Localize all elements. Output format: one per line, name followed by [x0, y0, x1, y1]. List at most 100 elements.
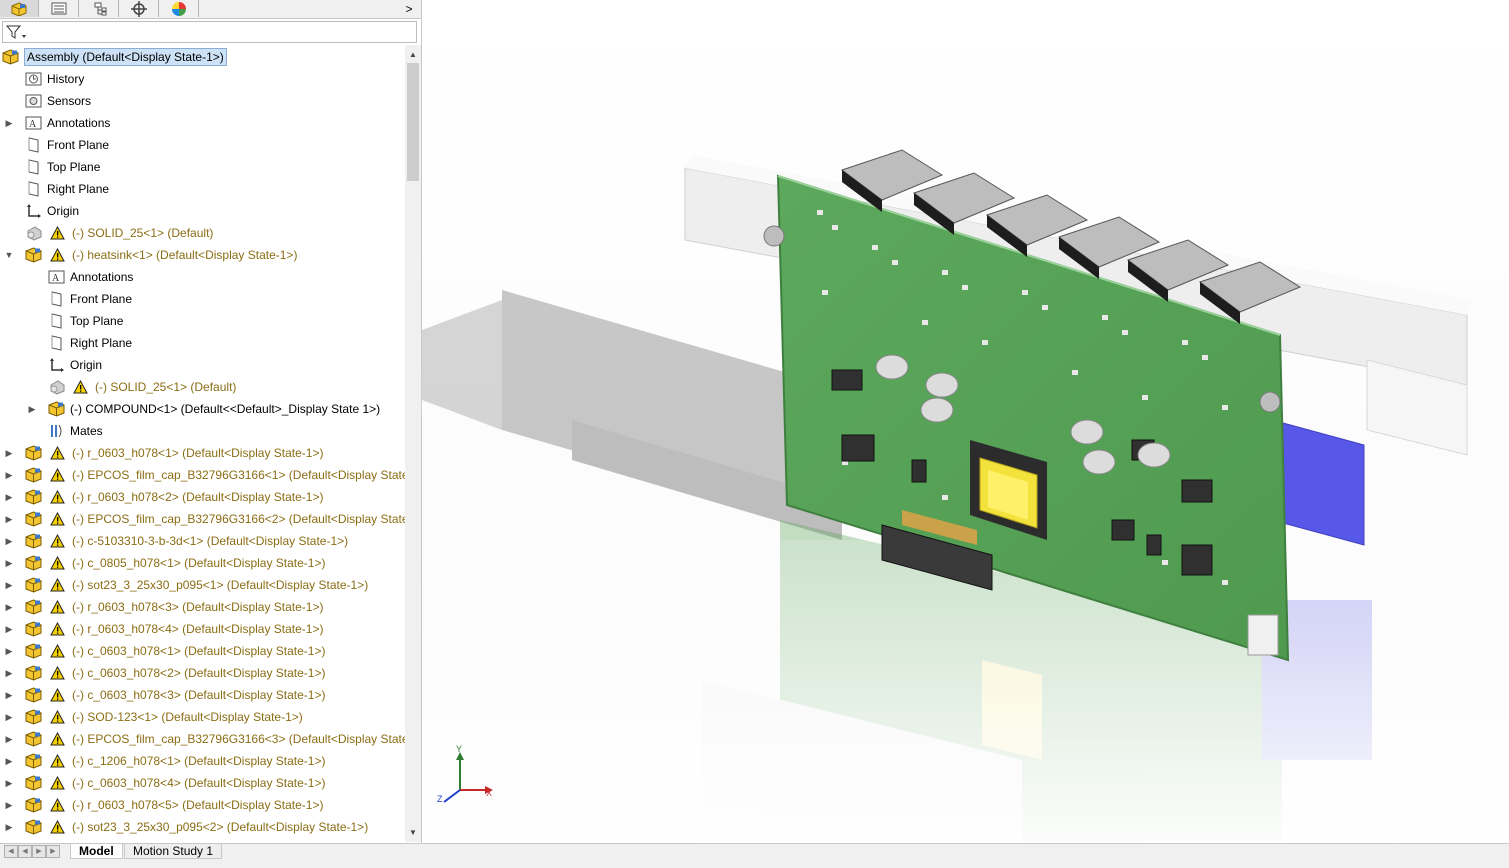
assembly-icon: [25, 665, 42, 681]
expand-arrow-icon[interactable]: ▶: [3, 596, 15, 618]
tab-motion-study-1[interactable]: Motion Study 1: [124, 844, 223, 859]
tree-item[interactable]: Right Plane: [0, 178, 405, 200]
tree-filter-box[interactable]: [2, 21, 417, 43]
tree-item[interactable]: ▶ (-) r_0603_h078<1> (Default<Display Sta…: [0, 442, 405, 464]
graphics-area[interactable]: Y X Z: [422, 0, 1509, 843]
dimxpert-manager-tab[interactable]: [120, 0, 159, 17]
tab-model[interactable]: Model: [70, 844, 123, 859]
tree-item[interactable]: Right Plane: [0, 332, 405, 354]
assembly-icon: [25, 577, 42, 593]
nav-first-icon[interactable]: ◀: [4, 845, 18, 858]
collapse-arrow-icon[interactable]: ▼: [3, 244, 15, 266]
feature-tree: Assembly (Default<Display State-1>) Histo…: [0, 45, 405, 843]
expand-arrow-icon[interactable]: ▶: [3, 728, 15, 750]
tree-item[interactable]: Mates: [0, 420, 405, 442]
panel-expand-arrow[interactable]: >: [403, 0, 415, 17]
tree-item[interactable]: ▶ (-) r_0603_h078<2> (Default<Display Sta…: [0, 486, 405, 508]
nav-next-icon[interactable]: ▶: [32, 845, 46, 858]
tree-item[interactable]: ▶ (-) c_0805_h078<1> (Default<Display Sta…: [0, 552, 405, 574]
tree-item[interactable]: Top Plane: [0, 156, 405, 178]
scrollbar-thumb[interactable]: [407, 63, 419, 181]
scroll-up-arrow-icon[interactable]: ▲: [405, 47, 421, 61]
assembly-icon: [25, 445, 42, 461]
tree-item[interactable]: ▶ (-) EPCOS_film_cap_B32796G3166<3> (Defa…: [0, 728, 405, 750]
tree-item[interactable]: Origin: [0, 354, 405, 376]
assembly-3d-model: Y X Z: [422, 0, 1509, 843]
expand-arrow-icon[interactable]: ▶: [3, 574, 15, 596]
expand-arrow-icon[interactable]: ▶: [3, 662, 15, 684]
expand-arrow-icon[interactable]: ▶: [3, 552, 15, 574]
tree-item[interactable]: A Annotations: [0, 266, 405, 288]
expand-arrow-icon[interactable]: ▶: [3, 618, 15, 640]
tree-item[interactable]: ▶ (-) c_0603_h078<3> (Default<Display Sta…: [0, 684, 405, 706]
expand-arrow-icon[interactable]: ▶: [3, 772, 15, 794]
tree-item-label: (-) sot23_3_25x30_p095<2> (Default<Displ…: [72, 820, 369, 834]
tree-item-label: Origin: [47, 204, 80, 218]
tree-item[interactable]: History: [0, 68, 405, 90]
tree-item[interactable]: ▶ (-) EPCOS_film_cap_B32796G3166<2> (Defa…: [0, 508, 405, 530]
tree-item[interactable]: ▶ (-) c_1206_h078<1> (Default<Display Sta…: [0, 750, 405, 772]
expand-arrow-icon[interactable]: ▶: [3, 508, 15, 530]
featuremanager-tree-tab[interactable]: [0, 0, 39, 17]
tree-item[interactable]: (-) SOLID_25<1> (Default): [0, 222, 405, 244]
tree-item[interactable]: ▼ (-) heatsink<1> (Default<Display State-…: [0, 244, 405, 266]
configuration-manager-tab[interactable]: [80, 0, 119, 17]
tree-item[interactable]: ▶ (-) r_0603_h078<3> (Default<Display Sta…: [0, 596, 405, 618]
triad-z-label: Z: [437, 794, 443, 804]
nav-last-icon[interactable]: ▶: [46, 845, 60, 858]
expand-arrow-icon[interactable]: ▶: [3, 464, 15, 486]
tree-item[interactable]: ▶ (-) r_0603_h078<5> (Default<Display Sta…: [0, 794, 405, 816]
nav-prev-icon[interactable]: ◀: [18, 845, 32, 858]
tree-item-label: Annotations: [47, 116, 111, 130]
filter-button[interactable]: [5, 23, 29, 41]
tree-item[interactable]: ▶ (-) sot23_3_25x30_p095<1> (Default<Disp…: [0, 574, 405, 596]
tree-item-label: Annotations: [70, 270, 134, 284]
tree-item[interactable]: Top Plane: [0, 310, 405, 332]
tree-item[interactable]: ▶ (-) c_0603_h078<1> (Default<Display Sta…: [0, 640, 405, 662]
expand-arrow-icon[interactable]: ▶: [3, 684, 15, 706]
tree-item-label: (-) EPCOS_film_cap_B32796G3166<2> (Defau…: [72, 512, 405, 526]
tree-item[interactable]: (-) SOLID_25<1> (Default): [0, 376, 405, 398]
expand-arrow-icon[interactable]: ▶: [3, 816, 15, 838]
display-manager-tab[interactable]: [160, 0, 199, 17]
tree-item[interactable]: Assembly (Default<Display State-1>): [0, 46, 405, 68]
assembly-icon: [25, 797, 42, 813]
part-icon: [25, 225, 42, 241]
expand-arrow-icon[interactable]: ▶: [26, 398, 38, 420]
tree-item[interactable]: Origin: [0, 200, 405, 222]
expand-arrow-icon[interactable]: ▶: [3, 794, 15, 816]
tree-item[interactable]: ▶ (-) SOD-123<1> (Default<Display State-1…: [0, 706, 405, 728]
tree-item[interactable]: ▶ (-) COMPOUND<1> (Default<<Default>_Disp…: [0, 398, 405, 420]
svg-text:A: A: [29, 119, 37, 130]
tree-item[interactable]: ▶ (-) c_0603_h078<2> (Default<Display Sta…: [0, 662, 405, 684]
tree-item[interactable]: ▶ (-) c-5103310-3-b-3d<1> (Default<Displa…: [0, 530, 405, 552]
annotations-icon: A: [25, 115, 42, 131]
property-manager-tab[interactable]: [40, 0, 79, 17]
expand-arrow-icon[interactable]: ▶: [3, 640, 15, 662]
annotations-icon: A: [48, 269, 65, 285]
warning-icon: [50, 225, 65, 240]
tree-item[interactable]: ▶ (-) EPCOS_film_cap_B32796G3166<1> (Defa…: [0, 464, 405, 486]
expand-arrow-icon[interactable]: ▶: [3, 750, 15, 772]
warning-icon: [50, 555, 65, 570]
tree-item[interactable]: Sensors: [0, 90, 405, 112]
tree-vertical-scrollbar[interactable]: ▲ ▼: [405, 45, 421, 842]
warning-icon: [73, 379, 88, 394]
scroll-down-arrow-icon[interactable]: ▼: [405, 825, 421, 839]
tree-item[interactable]: Front Plane: [0, 134, 405, 156]
expand-arrow-icon[interactable]: ▶: [3, 442, 15, 464]
tree-item[interactable]: ▶ (-) c_0603_h078<4> (Default<Display Sta…: [0, 772, 405, 794]
tree-item-label: (-) c_1206_h078<1> (Default<Display Stat…: [72, 754, 326, 768]
expand-arrow-icon[interactable]: ▶: [3, 112, 15, 134]
tree-item[interactable]: ▶ (-) r_0603_h078<4> (Default<Display Sta…: [0, 618, 405, 640]
expand-arrow-icon[interactable]: ▶: [3, 530, 15, 552]
warning-icon: [50, 753, 65, 768]
tree-item[interactable]: ▶ A Annotations: [0, 112, 405, 134]
assembly-icon: [25, 599, 42, 615]
plane-icon: [25, 159, 42, 175]
expand-arrow-icon[interactable]: ▶: [3, 706, 15, 728]
expand-arrow-icon[interactable]: ▶: [3, 486, 15, 508]
tree-item[interactable]: Front Plane: [0, 288, 405, 310]
assembly-icon: [2, 49, 19, 65]
tree-item[interactable]: ▶ (-) sot23_3_25x30_p095<2> (Default<Disp…: [0, 816, 405, 838]
